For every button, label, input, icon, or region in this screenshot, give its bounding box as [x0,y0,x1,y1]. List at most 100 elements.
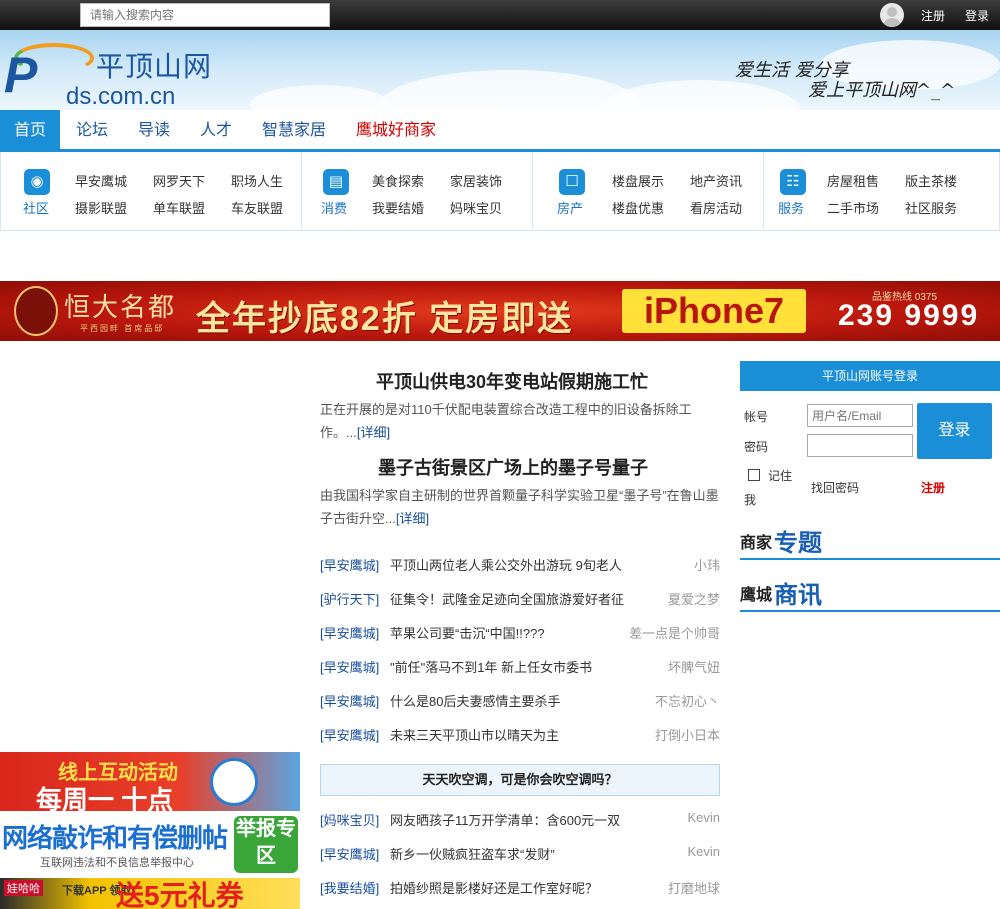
headline-summary: 由我国科学家自主研制的世界首颗量子科学实验卫星“墨子号”在鲁山墨子古街升空...… [320,488,719,526]
category-label-shopping[interactable]: 消费 [321,198,347,217]
ad-interactive-event[interactable]: 线上互动活动 每周一 十点 [0,752,300,811]
news-category[interactable]: [早安鹰城] [320,623,379,642]
register-link[interactable]: 注册 [921,7,945,24]
category-link[interactable]: 车友联盟 [231,198,283,217]
nav-guide[interactable]: 导读 [128,110,180,150]
news-title[interactable]: 新乡一伙贼疯狂盗车求“发财” [390,844,555,863]
gift-icon: ☐ [559,169,585,195]
section-business-news[interactable]: 鹰城 商讯 [740,582,1000,612]
category-link[interactable]: 单车联盟 [153,198,205,217]
category-link[interactable]: 社区服务 [905,198,957,217]
category-label-service[interactable]: 服务 [778,198,804,217]
news-author[interactable]: 不忘初心丶 [655,691,720,710]
avatar-icon[interactable] [880,3,904,27]
news-category[interactable]: [早安鹰城] [320,844,379,863]
news-row[interactable]: [妈咪宝贝] 网友晒孩子11万开学清单：含600元一双 Kevin [320,810,720,830]
category-link[interactable]: 家居装饰 [450,171,502,190]
category-link[interactable]: 看房活动 [690,198,742,217]
more-link[interactable]: [详细] [357,425,390,440]
promo-banner[interactable]: 恒大名都 平西园畔 首席品邸 全年抄底82折 定房即送 iPhone7 品鉴热线… [0,281,1000,341]
category-link[interactable]: 美食探索 [372,171,424,190]
more-link[interactable]: [详细] [396,511,429,526]
category-link[interactable]: 楼盘展示 [612,171,664,190]
news-category[interactable]: [我要结婚] [320,878,379,897]
headline-summary: 正在开展的是对110千伏配电装置综合改造工程中的旧设备拆除工作。...[详细] [320,402,692,440]
site-header: P 平顶山网 ds.com.cn 爱生活 爱分享 爱上平顶山网^_^ [0,30,1000,110]
nav-forum[interactable]: 论坛 [66,110,118,150]
nav-merchants[interactable]: 鹰城好商家 [346,110,446,150]
service-icon: ☷ [780,169,806,195]
headline-title[interactable]: 平顶山供电30年变电站假期施工忙 [376,368,648,394]
login-link[interactable]: 登录 [965,7,989,24]
password-label: 密码 [744,440,769,454]
news-author[interactable]: 打倒小日本 [655,725,720,744]
news-category[interactable]: [妈咪宝贝] [320,810,379,829]
news-category[interactable]: [早安鹰城] [320,657,379,676]
news-title[interactable]: "前任"落马不到1年 新上任女市委书 [390,657,592,676]
news-row[interactable]: [早安鹰城] 未来三天平顶山市以晴天为主 打倒小日本 [320,725,720,745]
news-category[interactable]: [早安鹰城] [320,555,379,574]
remember-label-cont: 我 [744,493,757,507]
nav-home[interactable]: 首页 [0,110,60,150]
news-row[interactable]: [驴行天下] 征集令！武隆金足迹向全国旅游爱好者征 夏爱之梦 [320,589,720,609]
news-row[interactable]: [早安鹰城] 苹果公司要“击沉“中国!!??? 差一点是个帅哥 [320,623,720,643]
news-category[interactable]: [驴行天下] [320,589,379,608]
category-link[interactable]: 摄影联盟 [75,198,127,217]
news-row[interactable]: [早安鹰城] "前任"落马不到1年 新上任女市委书 坏脾气妞 [320,657,720,677]
password-input[interactable] [807,434,913,457]
category-link[interactable]: 房屋租售 [827,171,879,190]
news-row[interactable]: [早安鹰城] 新乡一伙贼疯狂盗车求“发财” Kevin [320,844,720,864]
news-title[interactable]: 拍婚纱照是影楼好还是工作室好呢？ [390,878,598,897]
news-author[interactable]: 打磨地球 [668,878,720,897]
section-special-topics[interactable]: 商家 专题 [740,530,1000,560]
news-title[interactable]: 网友晒孩子11万开学清单：含600元一双 [390,810,620,829]
banner-brand-sub: 平西园畔 首席品邸 [80,324,165,333]
search-input[interactable] [80,3,330,27]
category-label-realestate[interactable]: 房产 [557,198,583,217]
news-title[interactable]: 苹果公司要“击沉“中国!!??? [390,623,545,642]
report-zone-badge: 举报专区 [234,816,298,873]
category-link[interactable]: 楼盘优惠 [612,198,664,217]
brand-emblem-icon [14,286,58,336]
news-author[interactable]: 差一点是个帅哥 [629,623,720,642]
news-row[interactable]: [我要结婚] 拍婚纱照是影楼好还是工作室好呢？ 打磨地球 [320,878,720,898]
account-input[interactable] [807,404,913,427]
category-label-community[interactable]: 社区 [23,198,49,217]
news-title[interactable]: 平顶山两位老人乘公交外出游玩 9旬老人 [390,555,622,574]
nav-jobs[interactable]: 人才 [190,110,242,150]
category-link[interactable]: 我要结婚 [372,198,424,217]
ad-report-center[interactable]: 网络敲诈和有偿删帖 互联网违法和不良信息举报中心 举报专区 [0,814,300,875]
news-author[interactable]: Kevin [687,810,720,825]
news-author[interactable]: 小玮 [694,555,720,574]
news-row[interactable]: [早安鹰城] 什么是80后夫妻感情主要杀手 不忘初心丶 [320,691,720,711]
news-author[interactable]: Kevin [687,844,720,859]
category-link[interactable]: 地产资讯 [690,171,742,190]
ad-app-coupon[interactable]: 娃哈哈 下载APP 领取 送5元礼券 [0,878,300,909]
banner-brand: 恒大名都 [64,293,177,323]
forgot-password-link[interactable]: 找回密码 [811,479,859,496]
banner-main-text: 全年抄底82折 定房即送 [196,300,574,338]
news-title[interactable]: 征集令！武隆金足迹向全国旅游爱好者征 [390,589,624,608]
news-category[interactable]: [早安鹰城] [320,725,379,744]
login-register-link[interactable]: 注册 [921,479,945,496]
category-link[interactable]: 早安鹰城 [75,171,127,190]
nav-smart-home[interactable]: 智慧家居 [252,110,336,150]
category-link[interactable]: 二手市场 [827,198,879,217]
headline-title[interactable]: 墨子古街景区广场上的墨子号量子 [378,454,648,480]
news-row[interactable]: [早安鹰城] 平顶山两位老人乘公交外出游玩 9旬老人 小玮 [320,555,720,575]
news-author[interactable]: 夏爱之梦 [668,589,720,608]
remember-checkbox[interactable] [748,469,760,481]
banner-phone-text: iPhone7 [622,289,806,333]
category-link[interactable]: 网罗天下 [153,171,205,190]
news-title[interactable]: 什么是80后夫妻感情主要杀手 [390,691,560,710]
news-author[interactable]: 坏脾气妞 [668,657,720,676]
login-button[interactable]: 登录 [917,403,992,459]
news-category[interactable]: [早安鹰城] [320,691,379,710]
category-link[interactable]: 职场人生 [231,171,283,190]
news-title[interactable]: 未来三天平顶山市以晴天为主 [390,725,559,744]
remember-label: 记住 [768,469,793,483]
category-link[interactable]: 版主茶楼 [905,171,957,190]
category-link[interactable]: 妈咪宝贝 [450,198,502,217]
site-logo[interactable]: P 平顶山网 ds.com.cn [4,40,234,110]
topic-title[interactable]: 天天吹空调，可是你会吹空调吗？ [320,764,720,796]
